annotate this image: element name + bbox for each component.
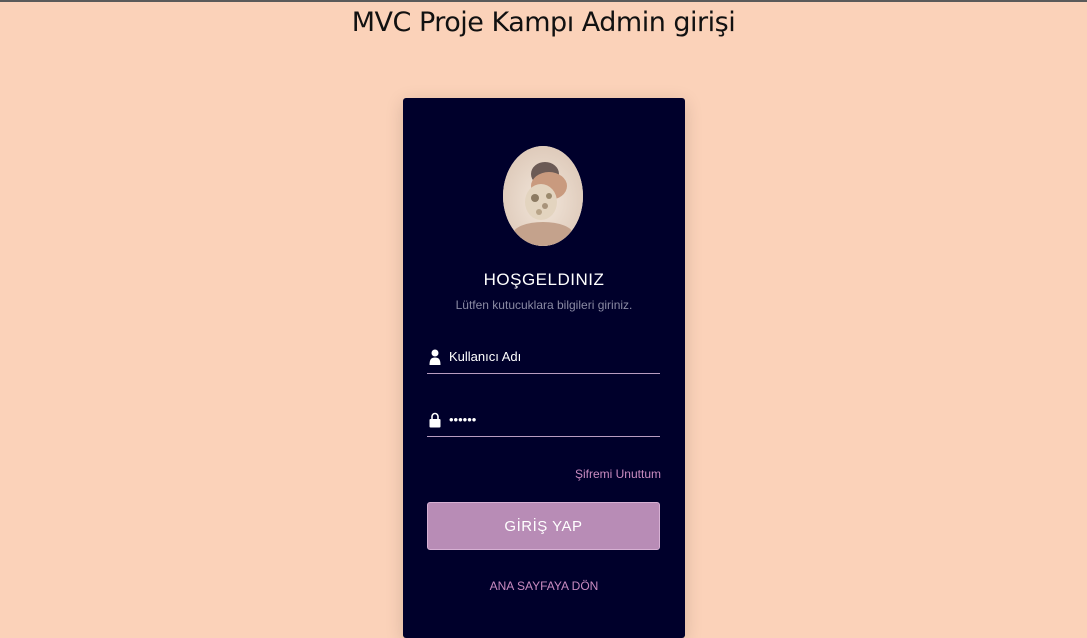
welcome-subtitle: Lütfen kutucuklara bilgileri giriniz. [455, 298, 633, 312]
password-input[interactable] [449, 408, 649, 430]
login-card: HOŞGELDINIZ Lütfen kutucuklara bilgileri… [403, 98, 685, 638]
welcome-heading: HOŞGELDINIZ [483, 270, 605, 289]
forgot-password-link[interactable]: Şifremi Unuttum [575, 467, 661, 481]
lock-icon [429, 412, 441, 428]
back-to-home-link[interactable]: ANA SAYFAYA DÖN [403, 579, 685, 593]
username-input[interactable] [449, 345, 649, 367]
avatar [503, 146, 583, 246]
login-button[interactable]: GİRİŞ YAP [427, 502, 660, 550]
page-title: MVC Proje Kampı Admin girişi [351, 7, 736, 38]
password-field [427, 406, 660, 437]
username-field [427, 343, 660, 374]
user-icon [429, 349, 441, 365]
